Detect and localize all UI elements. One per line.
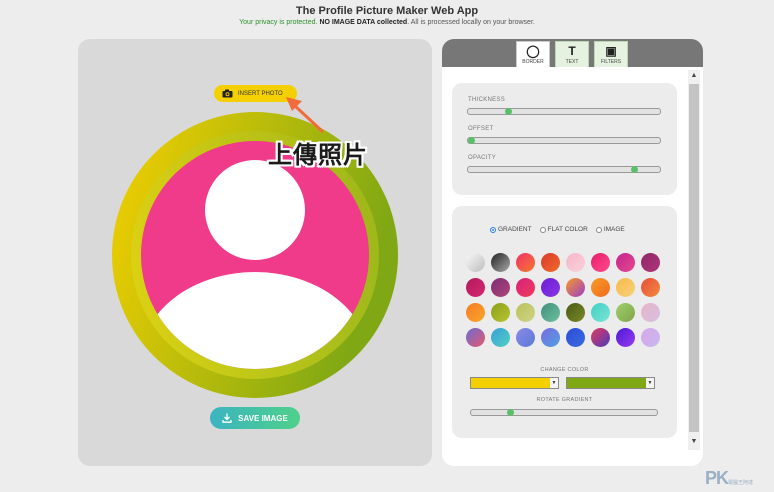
insert-photo-label: INSERT PHOTO [238,90,283,97]
radio-gradient-dot[interactable] [490,226,496,233]
tab-filters-label: FILTERS [600,59,622,65]
radio-image[interactable]: IMAGE [595,226,625,233]
gradient-swatch[interactable] [616,278,635,297]
tab-border-label: BORDER [522,59,544,65]
radio-flat-color-dot[interactable] [539,226,546,233]
gradient-swatch[interactable] [591,278,610,297]
gradient-swatch[interactable] [491,278,510,297]
radio-gradient-label: GRADIENT [498,226,532,233]
privacy-bold: NO IMAGE DATA collected [319,19,408,26]
text-icon: T [568,44,576,58]
circle-icon: ◯ [526,44,540,58]
gradient-swatch[interactable] [641,253,660,272]
save-image-button[interactable]: SAVE IMAGE [210,407,300,429]
color-2-select[interactable]: ▼ [566,377,655,389]
gradient-swatch[interactable] [616,253,635,272]
gradient-swatch[interactable] [566,278,585,297]
opacity-slider[interactable] [467,166,661,173]
thickness-slider-knob[interactable] [505,108,512,115]
gradient-swatch[interactable] [566,253,585,272]
gradient-swatch[interactable] [541,303,560,322]
gradient-swatch[interactable] [466,328,485,347]
offset-slider[interactable] [467,137,661,144]
radio-image-dot[interactable] [595,226,602,233]
image-filter-icon: ▣ [605,44,617,58]
gradient-swatch[interactable] [616,303,635,322]
opacity-slider-knob[interactable] [630,166,638,173]
gradient-swatch[interactable] [516,328,535,347]
rotate-gradient-label: ROTATE GRADIENT [536,397,593,403]
tab-border[interactable]: ◯ BORDER [516,41,550,67]
radio-flat-color[interactable]: FLAT COLOR [539,226,588,233]
gradient-swatch[interactable] [641,328,660,347]
gradient-swatch[interactable] [541,253,560,272]
app-title: The Profile Picture Maker Web App [295,5,479,17]
radio-gradient[interactable]: GRADIENT [490,226,532,233]
gradient-swatch[interactable] [541,328,560,347]
gradient-swatch[interactable] [591,328,610,347]
gradient-swatch[interactable] [466,303,485,322]
annotation-label: 上傳照片 [268,141,368,169]
color-1-select[interactable]: ▼ [470,377,559,389]
download-icon [222,413,232,423]
change-color-label: CHANGE COLOR [540,367,589,373]
gradient-swatch[interactable] [466,278,485,297]
gradient-swatch[interactable] [516,278,535,297]
site-watermark: PK電腦王阿達 [705,468,753,489]
rotate-gradient-slider[interactable] [470,409,658,416]
gradient-swatch[interactable] [591,303,610,322]
gradient-swatch[interactable] [641,278,660,297]
gradient-swatch[interactable] [516,303,535,322]
chevron-down-icon: ▼ [550,378,558,388]
gradient-swatch[interactable] [466,253,485,272]
save-image-label: SAVE IMAGE [238,413,288,423]
watermark-main: PK [705,468,729,488]
opacity-label: OPACITY [468,155,496,161]
radio-image-label: IMAGE [603,226,625,233]
scroll-up-arrow-icon[interactable]: ▲ [688,70,700,82]
offset-label: OFFSET [468,126,494,132]
tab-filters[interactable]: ▣ FILTERS [594,41,628,67]
radio-flat-color-label: FLAT COLOR [547,226,588,233]
gradient-swatch[interactable] [491,328,510,347]
gradient-swatch[interactable] [616,328,635,347]
tab-text-label: TEXT [565,59,579,65]
gradient-swatch[interactable] [491,253,510,272]
fill-type-options: GRADIENT FLAT COLOR IMAGE [490,226,625,233]
avatar-head [205,160,305,260]
scroll-down-arrow-icon[interactable]: ▼ [688,436,700,448]
gradient-swatch[interactable] [641,303,660,322]
chevron-down-icon: ▼ [646,378,654,388]
gradient-swatch[interactable] [491,303,510,322]
rotate-gradient-slider-knob[interactable] [506,409,514,416]
gradient-swatch[interactable] [566,328,585,347]
privacy-rest: . All is processed locally on your brows… [407,19,535,26]
scrollbar-thumb[interactable] [689,84,699,432]
thickness-label: THICKNESS [468,97,506,103]
watermark-sub: 電腦王阿達 [728,480,754,486]
gradient-swatch[interactable] [541,278,560,297]
privacy-lead: Your privacy is protected. [239,19,318,26]
privacy-notice: Your privacy is protected. NO IMAGE DATA… [0,19,774,26]
gradient-swatch[interactable] [516,253,535,272]
gradient-swatch[interactable] [566,303,585,322]
thickness-slider[interactable] [467,108,661,115]
camera-icon [222,89,233,98]
tab-text[interactable]: T TEXT [555,41,589,67]
gradient-swatch[interactable] [591,253,610,272]
offset-slider-knob[interactable] [468,137,475,144]
gradient-swatch-grid [466,253,660,347]
